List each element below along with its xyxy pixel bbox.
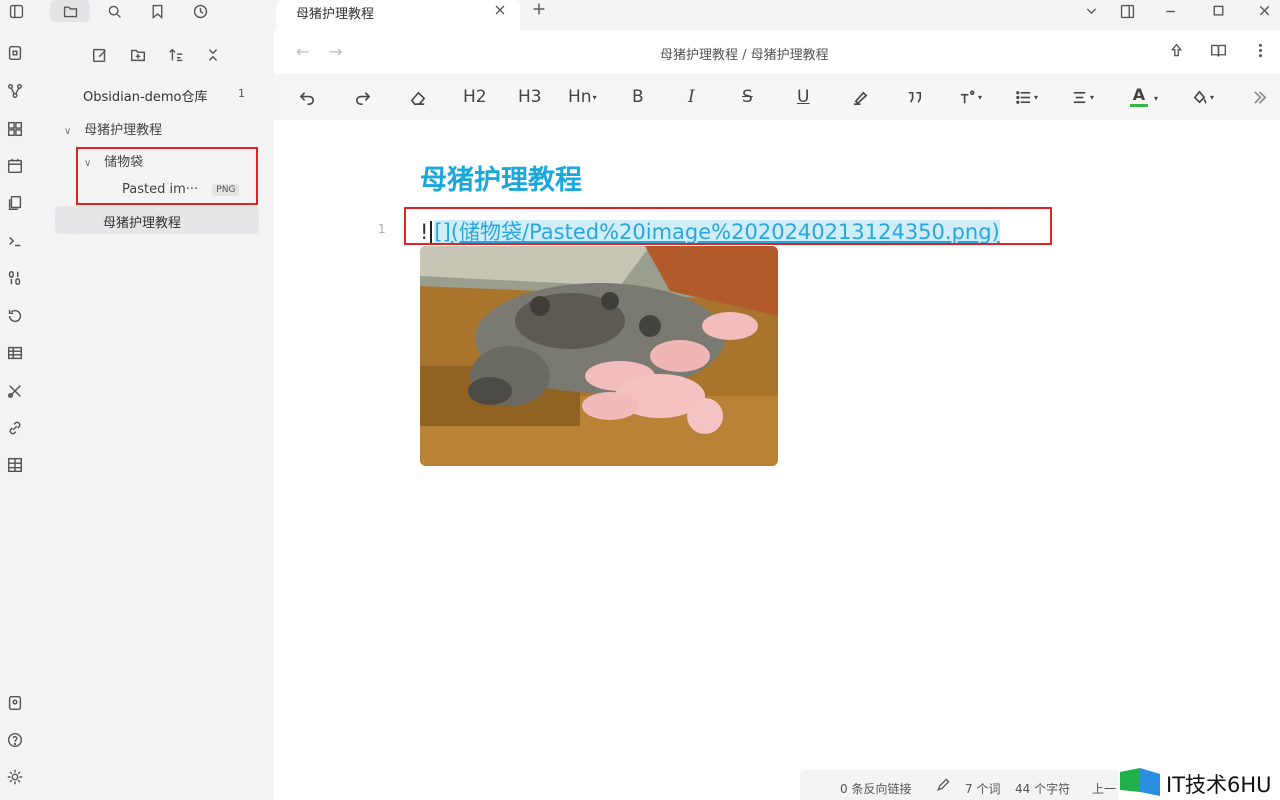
minimize-icon[interactable] [1156,0,1184,22]
bold-button[interactable]: B [632,84,644,110]
reading-view-icon[interactable] [1210,42,1230,62]
highlighter-icon[interactable] [851,84,870,110]
heading-n-label: Hn [568,87,592,107]
window-close-icon[interactable] [1250,0,1278,22]
folder-icon[interactable] [50,0,90,22]
heading-n-button[interactable]: Hn ▾ [568,84,597,110]
settings-icon[interactable] [4,766,26,788]
grid-icon[interactable] [4,454,26,476]
terminal-icon[interactable] [4,230,26,252]
active-file-row[interactable]: 母猪护理教程 [55,206,259,234]
redo-icon[interactable] [353,84,372,110]
sort-icon[interactable] [165,44,187,66]
vault-switch-icon[interactable] [4,42,26,64]
calendar-icon[interactable] [4,155,26,177]
clock-icon[interactable] [186,0,214,22]
list-icon[interactable]: ▾ [1014,84,1038,110]
status-extra: 上一 [1092,782,1117,796]
file-explorer: Obsidian-demo仓库 1 ∨ 母猪护理教程 ∨ 储物袋 Pasted … [42,30,274,800]
watermark-logo: IT技术6HU [1118,766,1280,800]
text-color-label: A [1132,85,1146,104]
binary-icon[interactable] [4,267,26,289]
double-chevron-right-icon[interactable] [1250,84,1269,110]
eraser-icon[interactable] [408,84,427,110]
chevron-down-icon[interactable] [1077,0,1105,22]
editor-pane: ← → 母猪护理教程 / 母猪护理教程 H2 H3 Hn ▾ B I S U ▾… [274,30,1280,800]
align-icon[interactable]: ▾ [1070,84,1094,110]
folder-row[interactable]: ∨ 母猪护理教程 [64,119,162,138]
pig-photo [420,246,778,466]
vault-name[interactable]: Obsidian-demo仓库 [83,86,208,105]
collapse-all-icon[interactable] [202,44,224,66]
help-vault-icon[interactable] [4,692,26,714]
strikethrough-button[interactable]: S [742,84,753,110]
table-icon[interactable] [4,342,26,364]
search-icon[interactable] [100,0,128,22]
tab-note[interactable]: 母猪护理教程 [276,0,520,30]
pin-icon[interactable] [1168,42,1188,62]
fill-color-icon[interactable]: ▾ [1190,84,1214,110]
highlight-box [76,147,258,205]
char-count: 44 个字符 [1015,782,1071,796]
tab-title: 母猪护理教程 [296,7,375,22]
title-bar: 母猪护理教程 [0,0,1280,30]
view-header: ← → 母猪护理教程 / 母猪护理教程 [274,30,1280,74]
pencil-icon[interactable] [935,777,951,796]
watermark-text: IT技术6HU [1166,773,1272,797]
maximize-icon[interactable] [1204,0,1232,22]
new-note-icon[interactable] [89,44,111,66]
chevron-down-icon: ∨ [64,126,72,137]
left-ribbon [0,30,42,800]
back-arrow-icon[interactable]: ← [296,42,316,62]
new-folder-icon[interactable] [127,44,149,66]
breadcrumb[interactable]: 母猪护理教程 / 母猪护理教程 [660,44,829,63]
italic-button[interactable]: I [688,84,695,110]
note-title[interactable]: 母猪护理教程 [420,158,582,197]
tools-icon[interactable] [4,380,26,402]
caret-icon: ▾ [1154,94,1159,103]
word-count: 7 个词 [965,782,1001,796]
highlight-box [404,207,1052,245]
graph-icon[interactable] [4,80,26,102]
active-file-label: 母猪护理教程 [103,216,182,231]
canvas-icon[interactable] [4,118,26,140]
watermark-icon [1120,768,1160,796]
split-view-icon[interactable] [1113,0,1141,22]
more-options-icon[interactable] [1252,42,1272,62]
close-icon[interactable] [492,2,510,20]
folder-label: 母猪护理教程 [84,123,163,138]
heading-3-button[interactable]: H3 [518,84,542,110]
text-color-button[interactable]: A [1130,84,1148,110]
underline-button[interactable]: U [797,84,809,110]
text-color-swatch [1130,104,1148,107]
vault-count: 1 [238,87,245,100]
sidebar-toggle-icon[interactable] [2,0,30,22]
undo-icon[interactable] [298,84,317,110]
plus-icon[interactable] [530,0,552,20]
superscript-icon[interactable]: ▾ [958,84,982,110]
heading-2-button[interactable]: H2 [463,84,487,110]
bookmark-icon[interactable] [143,0,171,22]
link-icon[interactable] [4,417,26,439]
embedded-image[interactable] [420,246,778,466]
backlinks-count[interactable]: 0 条反向链接 [840,780,911,797]
files-icon[interactable] [4,192,26,214]
history-icon[interactable] [4,305,26,327]
forward-arrow-icon[interactable]: → [329,42,349,62]
quote-icon[interactable] [905,84,924,110]
line-number: 1 [378,222,386,236]
help-icon[interactable] [4,729,26,751]
editing-toolbar: H2 H3 Hn ▾ B I S U ▾ ▾ ▾ A ▾ ▾ [274,74,1280,120]
